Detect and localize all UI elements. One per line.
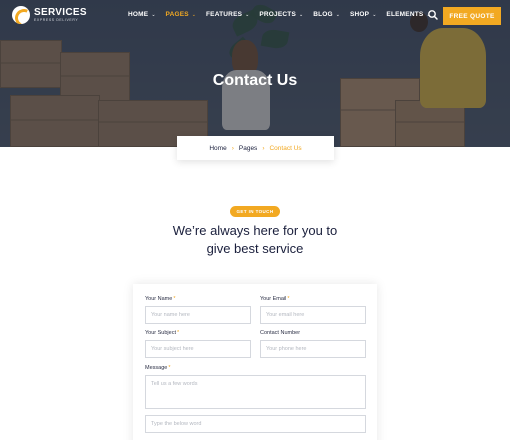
required-mark: * <box>287 296 290 302</box>
section-headline: We’re always here for you to give best s… <box>130 222 380 258</box>
page-title: Contact Us <box>212 72 298 89</box>
phone-label: Contact Number <box>260 330 300 336</box>
phone-label-text: Contact Number <box>260 330 301 336</box>
brand-name: SERVICES <box>34 6 87 18</box>
search-icon <box>428 10 438 20</box>
message-label-text: Message <box>145 365 168 371</box>
menu-label: BLOG <box>313 11 333 18</box>
chevron-down-icon: ⌄ <box>151 11 156 18</box>
required-mark: * <box>173 296 176 302</box>
menu-label: ELEMENTS <box>386 11 424 18</box>
email-label: Your Email* <box>260 296 290 302</box>
message-label: Message* <box>145 365 170 371</box>
menu-item-projects[interactable]: PROJECTS ⌄ <box>259 11 303 18</box>
free-quote-button[interactable]: FREE QUOTE <box>443 7 501 25</box>
captcha-input[interactable] <box>145 415 366 433</box>
phone-input[interactable] <box>260 340 366 358</box>
chevron-down-icon: ⌄ <box>299 11 304 18</box>
chevron-right-icon: › <box>231 144 234 152</box>
email-label-text: Your Email <box>260 296 287 302</box>
menu-item-shop[interactable]: SHOP ⌄ <box>350 11 376 18</box>
subject-label-text: Your Subject <box>145 330 176 336</box>
menu-label: SHOP <box>349 11 370 18</box>
breadcrumb-current: Contact Us <box>269 144 302 152</box>
brand-tagline: EXPRESS DELIVERY <box>34 17 79 22</box>
top-navigation: SERVICES EXPRESS DELIVERY HOME ⌄ PAGES ⌄… <box>0 0 510 32</box>
subject-input[interactable] <box>145 340 251 358</box>
headline-line-1: We’re always here for you to <box>172 223 338 238</box>
menu-label: PAGES <box>165 11 189 18</box>
contact-form: Your Name* Your Email* Your Subject* Con… <box>133 284 377 440</box>
section-badge: GET IN TOUCH <box>230 206 280 217</box>
headline-line-2: give best service <box>206 241 304 256</box>
name-label-text: Your Name <box>145 296 173 302</box>
menu-label: FEATURES <box>206 11 243 18</box>
breadcrumb-home[interactable]: Home <box>209 145 226 152</box>
menu-label: PROJECTS <box>259 11 296 18</box>
breadcrumb-pages[interactable]: Pages <box>239 145 257 152</box>
chevron-down-icon: ⌄ <box>372 11 377 18</box>
chevron-down-icon: ⌄ <box>191 11 196 18</box>
brand-logo[interactable]: SERVICES EXPRESS DELIVERY <box>12 6 87 24</box>
menu-item-home[interactable]: HOME ⌄ <box>128 11 156 18</box>
chevron-down-icon: ⌄ <box>245 11 250 18</box>
menu-item-blog[interactable]: BLOG ⌄ <box>313 11 340 18</box>
logo-text: SERVICES EXPRESS DELIVERY <box>34 6 87 23</box>
chevron-down-icon: ⌄ <box>335 11 340 18</box>
menu-label: HOME <box>128 11 149 18</box>
logo-mark-icon <box>12 6 30 24</box>
required-mark: * <box>168 365 171 371</box>
main-menu: HOME ⌄ PAGES ⌄ FEATURES ⌄ PROJECTS ⌄ BLO… <box>128 11 441 18</box>
menu-item-elements[interactable]: ELEMENTS ⌄ <box>386 11 430 18</box>
name-label: Your Name* <box>145 296 175 302</box>
search-button[interactable] <box>427 9 439 21</box>
chevron-right-icon: › <box>262 144 265 152</box>
email-input[interactable] <box>260 306 366 324</box>
name-input[interactable] <box>145 306 251 324</box>
menu-item-pages[interactable]: PAGES ⌄ <box>166 11 196 18</box>
breadcrumb: Home › Pages › Contact Us <box>177 136 334 160</box>
subject-label: Your Subject* <box>145 330 179 336</box>
message-textarea[interactable] <box>145 375 366 409</box>
menu-item-features[interactable]: FEATURES ⌄ <box>206 11 249 18</box>
required-mark: * <box>177 330 180 336</box>
